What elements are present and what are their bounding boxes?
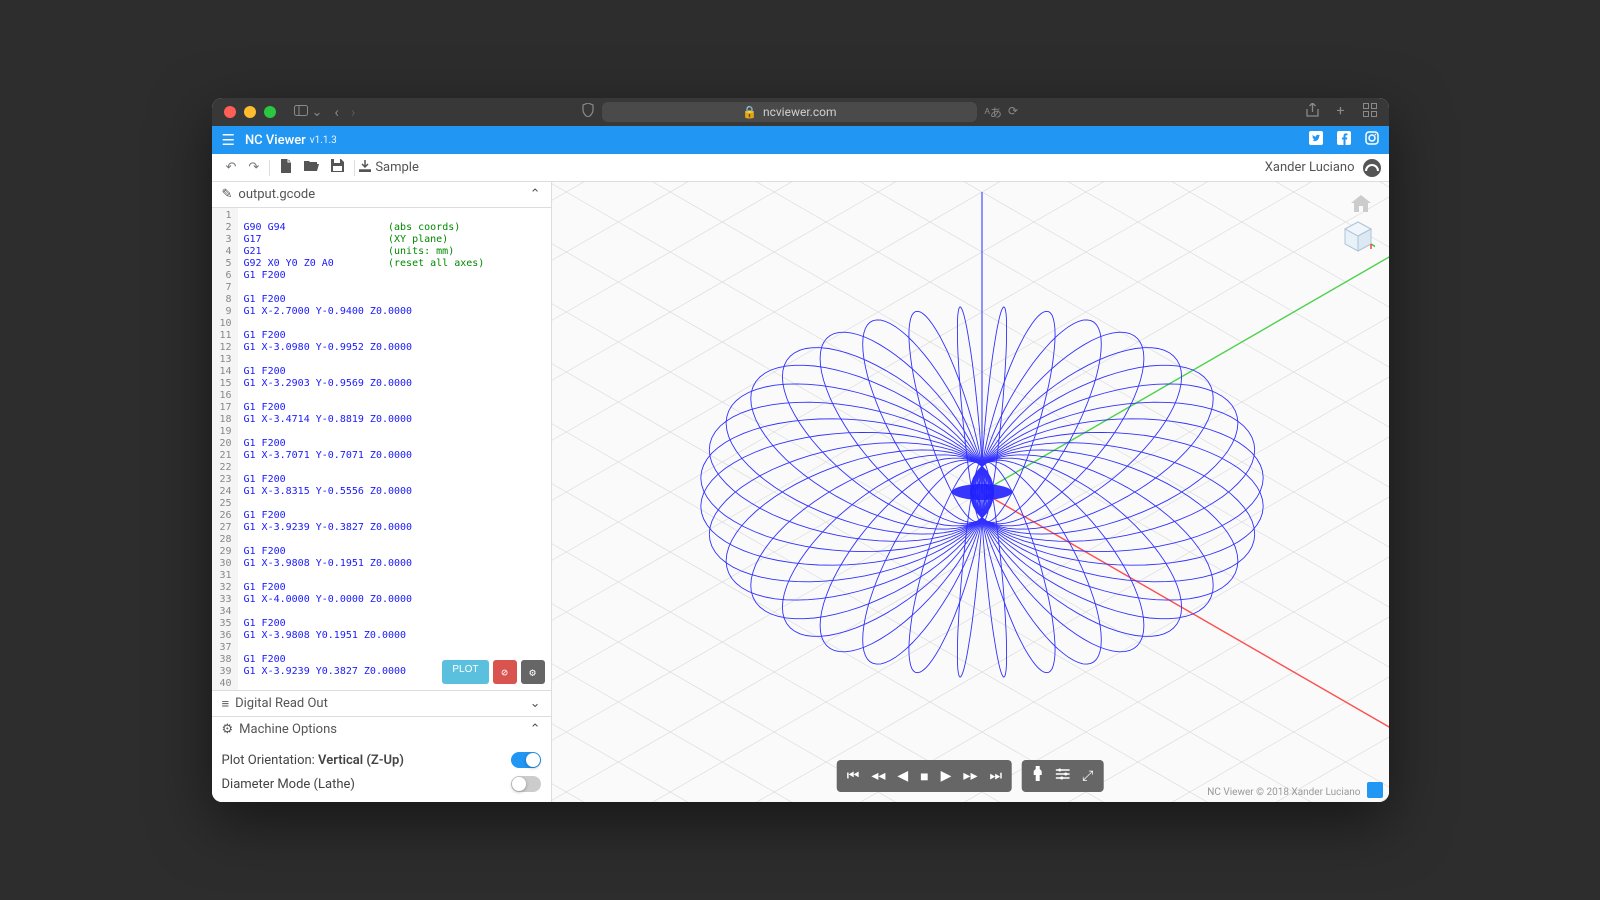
list-icon: ≡ (222, 696, 230, 712)
expand-icon: ⌄ (530, 696, 541, 711)
corner-badge[interactable] (1367, 782, 1383, 798)
dashboard-icon (1363, 159, 1381, 177)
dropdown-chevron-icon[interactable]: ⌄ (312, 105, 323, 120)
editor-buttons: PLOT ⊘ ⚙ (442, 660, 544, 684)
app-title: NC Viewer (245, 133, 306, 148)
forward-button[interactable]: › (351, 103, 356, 121)
app-header: ☰ NC Viewer v1.1.3 (212, 126, 1389, 154)
address-bar-right: ᴬあ ⟳ (984, 104, 1018, 121)
file-tab[interactable]: ✎ output.gcode ⌃ (212, 182, 551, 208)
url-text: ncviewer.com (763, 105, 837, 119)
collapse-icon[interactable]: ⌃ (530, 187, 541, 202)
lock-icon: 🔒 (742, 105, 757, 119)
share-icon[interactable] (1306, 103, 1319, 122)
diameter-option: Diameter Mode (Lathe) (222, 772, 541, 796)
app-window: ⌄ ‹ › 🔒 ncviewer.com ᴬあ ⟳ + (212, 98, 1389, 802)
new-file-button[interactable] (274, 159, 298, 177)
back-button[interactable]: ‹ (334, 103, 339, 121)
address-bar[interactable]: 🔒 ncviewer.com (602, 102, 977, 122)
reload-icon[interactable]: ⟳ (1008, 104, 1018, 121)
app-version: v1.1.3 (310, 135, 337, 146)
file-name: output.gcode (238, 187, 315, 202)
home-view-button[interactable] (1351, 194, 1371, 218)
sample-button[interactable]: Sample (359, 160, 419, 176)
separator (354, 160, 355, 176)
view-controls: ⤢ (1022, 760, 1103, 792)
view-cube[interactable] (1341, 220, 1375, 254)
stop-button[interactable]: ■ (920, 768, 928, 785)
diameter-label: Diameter Mode (Lathe) (222, 777, 511, 792)
play-reverse-button[interactable]: ◀ (897, 768, 908, 784)
sidebar-toggle-icon[interactable] (294, 105, 308, 120)
open-file-button[interactable] (298, 160, 325, 176)
playback-bar: ⏮ ◂◂ ◀ ■ ▶ ▸▸ ⏭ ⤢ (837, 760, 1104, 792)
dro-title: Digital Read Out (235, 696, 328, 711)
menu-icon[interactable]: ☰ (222, 131, 235, 149)
settings-sliders-icon[interactable] (1056, 768, 1070, 784)
new-tab-icon[interactable]: + (1337, 103, 1345, 122)
playback-controls: ⏮ ◂◂ ◀ ■ ▶ ▸▸ ⏭ (837, 760, 1012, 792)
shield-icon[interactable] (582, 103, 594, 121)
plot-button[interactable]: PLOT (442, 660, 488, 684)
maximize-window-button[interactable] (264, 106, 276, 118)
facebook-icon[interactable] (1337, 131, 1351, 149)
dro-panel-header[interactable]: ≡ Digital Read Out ⌄ (212, 690, 551, 716)
play-button[interactable]: ▶ (941, 768, 952, 784)
diameter-toggle[interactable] (511, 776, 541, 792)
gear-icon: ⚙ (222, 722, 234, 737)
translate-icon[interactable]: ᴬあ (984, 104, 1001, 121)
separator (269, 160, 270, 176)
redo-button[interactable]: ↷ (242, 160, 265, 175)
stop-plot-button[interactable]: ⊘ (493, 660, 517, 684)
edit-icon: ✎ (222, 187, 233, 202)
sample-label: Sample (375, 160, 419, 175)
close-window-button[interactable] (224, 106, 236, 118)
address-bar-group: 🔒 ncviewer.com ᴬあ ⟳ (582, 102, 1018, 122)
minimize-window-button[interactable] (244, 106, 256, 118)
machine-panel-header[interactable]: ⚙ Machine Options ⌃ (212, 716, 551, 742)
orientation-label: Plot Orientation: Vertical (Z-Up) (222, 753, 511, 768)
fullscreen-icon[interactable]: ⤢ (1082, 768, 1093, 784)
browser-titlebar: ⌄ ‹ › 🔒 ncviewer.com ᴬあ ⟳ + (212, 98, 1389, 126)
main-area: ✎ output.gcode ⌃ 12345678910111213141516… (212, 182, 1389, 802)
skip-start-button[interactable]: ⏮ (847, 768, 860, 784)
tool-icon[interactable] (1032, 766, 1044, 786)
user-name: Xander Luciano (1265, 160, 1355, 175)
copyright-text: NC Viewer © 2018 Xander Luciano (1207, 787, 1360, 798)
editor-settings-button[interactable]: ⚙ (521, 660, 545, 684)
social-links (1309, 131, 1379, 149)
undo-button[interactable]: ↶ (220, 160, 243, 175)
download-icon (359, 160, 371, 176)
instagram-icon[interactable] (1365, 131, 1379, 149)
step-forward-button[interactable]: ▸▸ (963, 768, 977, 784)
collapse-icon: ⌃ (530, 722, 541, 737)
user-area[interactable]: Xander Luciano (1265, 159, 1381, 177)
step-back-button[interactable]: ◂◂ (871, 768, 885, 784)
code-body[interactable]: G90 G94 (abs coords)G17 (XY plane)G21 (u… (238, 208, 551, 690)
skip-end-button[interactable]: ⏭ (989, 768, 1002, 784)
save-file-button[interactable] (325, 159, 350, 176)
line-gutter: 1234567891011121314151617181920212223242… (212, 208, 238, 690)
orientation-toggle[interactable] (511, 752, 541, 768)
3d-viewport[interactable]: NC Viewer © 2018 Xander Luciano ⏮ ◂◂ ◀ ■… (552, 182, 1389, 802)
window-controls (224, 106, 276, 118)
viewport-canvas[interactable] (552, 182, 1389, 802)
sidebar: ✎ output.gcode ⌃ 12345678910111213141516… (212, 182, 552, 802)
twitter-icon[interactable] (1309, 131, 1323, 149)
machine-title: Machine Options (239, 722, 337, 737)
browser-nav: ‹ › (334, 103, 355, 121)
tabs-overview-icon[interactable] (1363, 103, 1377, 122)
machine-panel-body: Plot Orientation: Vertical (Z-Up) Diamet… (212, 742, 551, 802)
titlebar-right: + (1306, 103, 1377, 122)
orientation-option: Plot Orientation: Vertical (Z-Up) (222, 748, 541, 772)
code-editor[interactable]: 1234567891011121314151617181920212223242… (212, 208, 551, 690)
toolbar: ↶ ↷ Sample Xander Luciano (212, 154, 1389, 182)
